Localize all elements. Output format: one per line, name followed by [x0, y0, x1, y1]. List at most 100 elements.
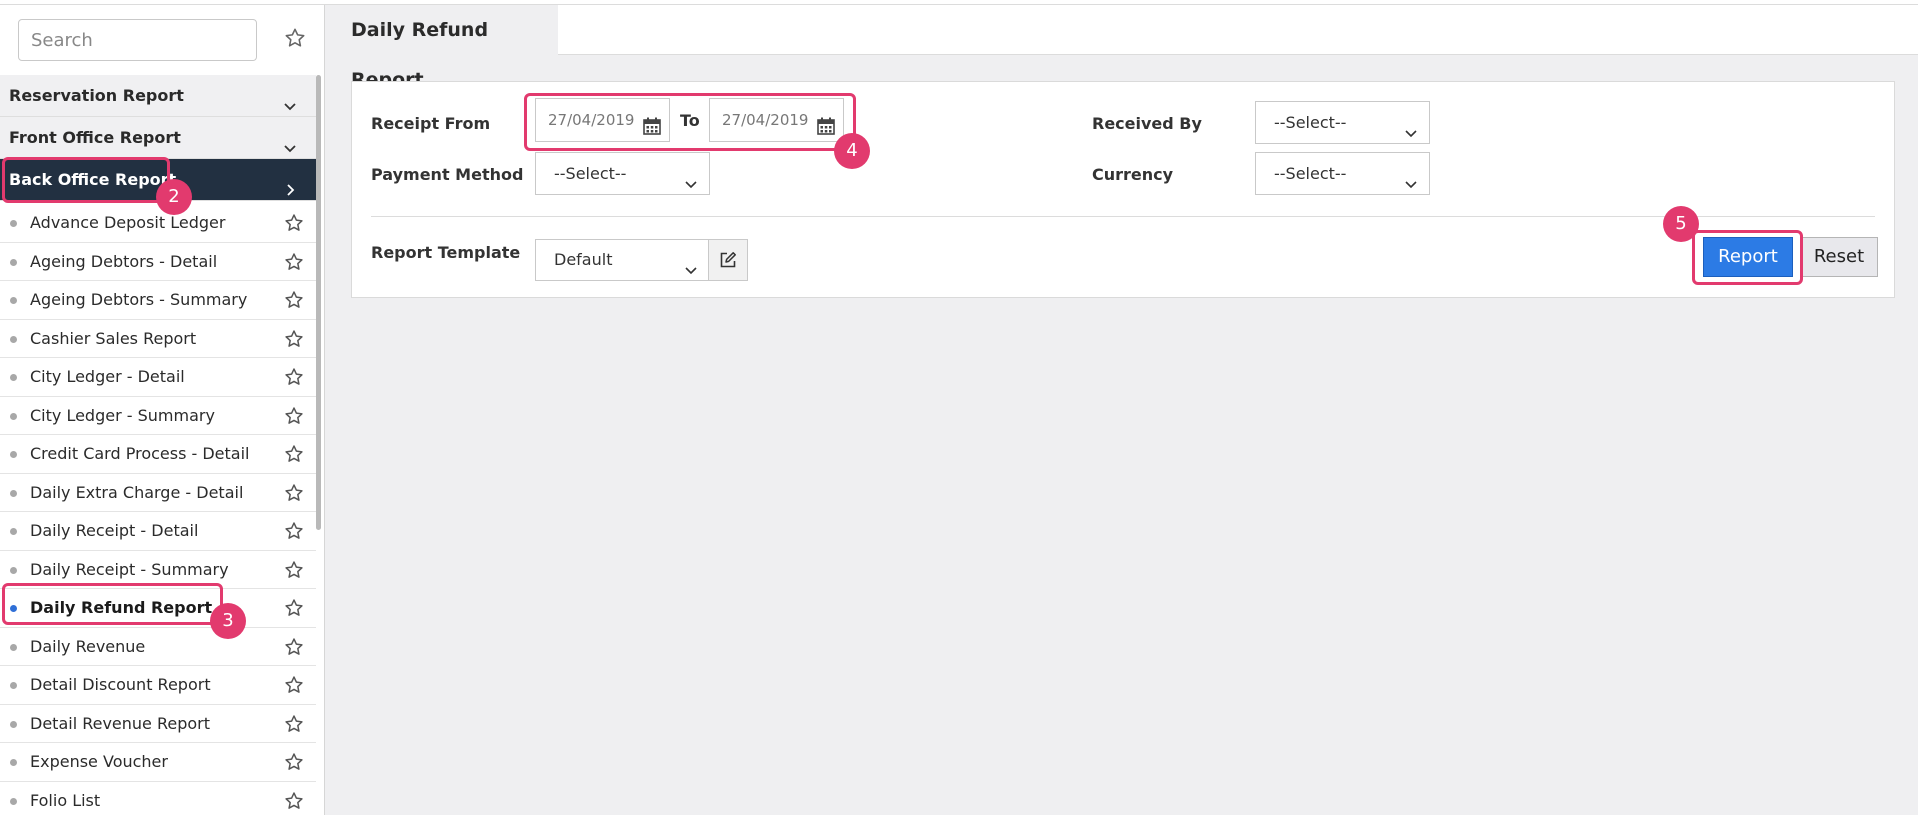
bullet-dot-icon [10, 566, 17, 574]
sidebar-item-label: Daily Receipt - Detail [30, 521, 199, 540]
currency-label: Currency [1092, 165, 1174, 184]
sidebar-item[interactable]: Ageing Debtors - Summary [0, 281, 316, 320]
sidebar: Reservation Report Front Office Report B… [0, 5, 325, 815]
currency-select[interactable]: --Select-- [1255, 152, 1430, 195]
sidebar-item[interactable]: City Ledger - Detail [0, 358, 316, 397]
star-icon[interactable] [284, 598, 304, 618]
step-badge-4: 4 [834, 133, 870, 169]
section-front-office-report[interactable]: Front Office Report [0, 117, 316, 159]
chevron-down-icon [1403, 115, 1419, 138]
sidebar-item-label: Cashier Sales Report [30, 328, 197, 348]
highlight-step-5 [1692, 230, 1803, 285]
chevron-down-icon [282, 88, 298, 111]
payment-method-label: Payment Method [371, 165, 524, 184]
star-icon[interactable] [284, 406, 304, 426]
star-icon[interactable] [284, 290, 304, 310]
step-badge-2: 2 [156, 179, 192, 215]
star-icon[interactable] [284, 675, 304, 695]
search-input[interactable] [19, 20, 256, 60]
sidebar-item-label: Advance Deposit Ledger [30, 213, 226, 232]
bullet-dot-icon [10, 720, 17, 728]
bullet-dot-icon [10, 451, 17, 458]
sidebar-item[interactable]: Daily Receipt - Detail [0, 512, 316, 551]
sidebar-item-label: City Ledger - Detail [30, 367, 185, 386]
payment-method-select[interactable]: --Select-- [535, 152, 710, 195]
section-reservation-report[interactable]: Reservation Report [0, 75, 316, 117]
sidebar-item-label: Daily Extra Charge - Detail [30, 482, 244, 502]
report-template-select[interactable]: Default [535, 239, 710, 281]
reset-button[interactable]: Reset [1800, 237, 1878, 277]
sidebar-item[interactable]: Expense Voucher [0, 743, 316, 782]
star-icon[interactable] [284, 637, 304, 657]
bullet-dot-icon [10, 759, 17, 766]
step-badge-5: 5 [1663, 206, 1699, 242]
chevron-down-icon [282, 130, 298, 153]
bullet-dot-icon [10, 489, 17, 497]
star-icon[interactable] [284, 560, 304, 580]
search-box[interactable] [18, 19, 257, 61]
sidebar-scrollbar[interactable] [316, 75, 321, 530]
star-icon[interactable] [284, 213, 304, 233]
star-icon[interactable] [284, 483, 304, 503]
bullet-dot-icon [10, 682, 17, 689]
step-badge-3: 3 [210, 603, 246, 639]
payment-method-value: --Select-- [554, 164, 627, 183]
sidebar-item[interactable]: Detail Discount Report [0, 666, 316, 705]
bullet-dot-icon [10, 258, 17, 266]
chevron-right-icon [282, 172, 298, 196]
highlight-step-2 [2, 157, 170, 203]
received-by-value: --Select-- [1274, 113, 1347, 132]
star-icon[interactable] [284, 444, 304, 464]
bullet-dot-icon [10, 220, 17, 227]
sidebar-item-label: Expense Voucher [30, 752, 168, 771]
sidebar-item[interactable]: Credit Card Process - Detail [0, 435, 316, 474]
bullet-dot-icon [10, 297, 17, 304]
received-by-label: Received By [1092, 114, 1202, 133]
star-icon[interactable] [284, 752, 304, 772]
tab-bar: Daily Refund Report [326, 5, 1918, 91]
sidebar-item[interactable]: Detail Revenue Report [0, 704, 316, 743]
sidebar-item[interactable]: City Ledger - Summary [0, 396, 316, 435]
form-divider [371, 216, 1875, 217]
bullet-dot-icon [10, 335, 17, 343]
edit-template-button[interactable] [708, 239, 748, 281]
favorites-star-icon[interactable] [284, 27, 306, 49]
star-icon[interactable] [284, 521, 304, 541]
star-icon[interactable] [284, 252, 304, 272]
highlight-step-3 [2, 583, 223, 625]
sidebar-item-label: City Ledger - Summary [30, 405, 215, 425]
sidebar-item-label: Ageing Debtors - Detail [30, 251, 218, 271]
sidebar-item-label: Daily Revenue [30, 636, 146, 656]
currency-value: --Select-- [1274, 164, 1347, 183]
bullet-dot-icon [10, 643, 17, 651]
chevron-down-icon [683, 253, 699, 275]
edit-icon [720, 252, 736, 268]
section-label: Reservation Report [9, 86, 184, 105]
star-icon[interactable] [284, 329, 304, 349]
sidebar-item[interactable]: Advance Deposit Ledger [0, 204, 316, 243]
highlight-step-4 [524, 93, 856, 151]
bullet-dot-icon [10, 528, 17, 535]
sidebar-item[interactable]: Daily Extra Charge - Detail [0, 473, 316, 512]
sidebar-item-label: Detail Discount Report [30, 675, 211, 694]
sidebar-item-label: Credit Card Process - Detail [30, 444, 250, 463]
sidebar-item[interactable]: Cashier Sales Report [0, 319, 316, 358]
section-label: Front Office Report [9, 128, 181, 147]
star-icon[interactable] [284, 714, 304, 734]
report-template-label: Report Template [371, 243, 521, 262]
chevron-down-icon [683, 166, 699, 189]
sidebar-item[interactable]: Folio List [0, 781, 316, 815]
star-icon[interactable] [284, 791, 304, 811]
sidebar-item-label: Folio List [30, 790, 101, 810]
chevron-down-icon [1403, 166, 1419, 189]
sidebar-item[interactable]: Ageing Debtors - Detail [0, 242, 316, 281]
tab-daily-refund-report[interactable]: Daily Refund Report [326, 5, 558, 91]
received-by-select[interactable]: --Select-- [1255, 101, 1430, 144]
bullet-dot-icon [10, 374, 17, 381]
sidebar-item-label: Detail Revenue Report [30, 713, 211, 733]
bullet-dot-icon [10, 797, 17, 805]
star-icon[interactable] [284, 367, 304, 387]
sidebar-item-label: Ageing Debtors - Summary [30, 290, 248, 309]
sidebar-item[interactable]: Daily Revenue [0, 627, 316, 666]
bullet-dot-icon [10, 412, 17, 420]
